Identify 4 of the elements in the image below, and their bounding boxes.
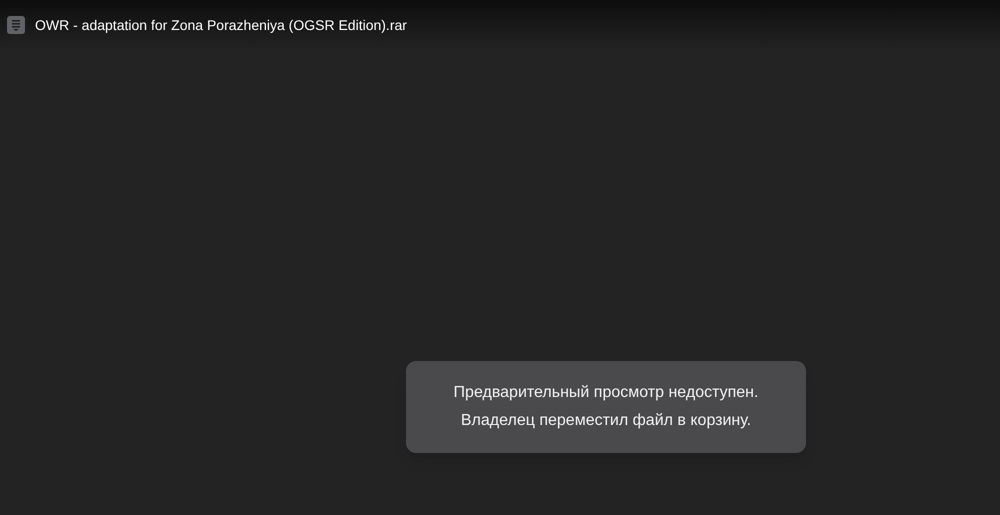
file-name: OWR - adaptation for Zona Porazheniya (OGSR Edition).rar [35, 16, 407, 35]
document-icon [7, 16, 25, 34]
message-text: Владелец переместил файл в корзину. [460, 411, 752, 431]
message-text: Предварительный просмотр недоступен. [454, 383, 758, 403]
